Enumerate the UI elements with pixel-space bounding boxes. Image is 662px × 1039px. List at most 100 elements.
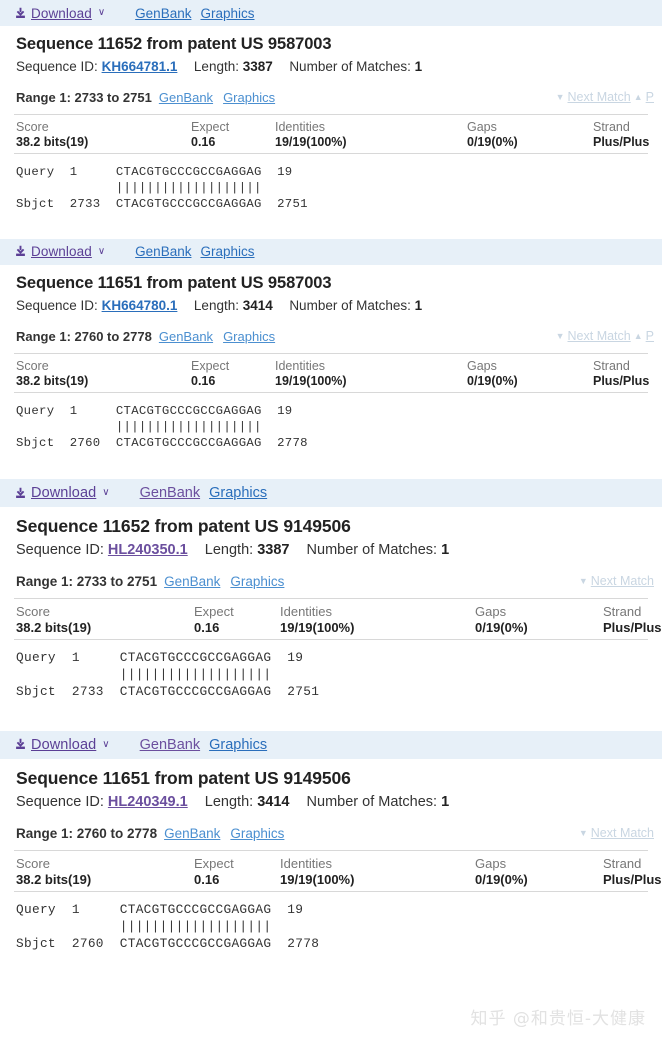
download-button[interactable]: Download ∨ (14, 485, 110, 501)
triangle-up-icon: ▲ (633, 330, 643, 341)
stat-header-identities: Identities (275, 120, 326, 134)
download-button[interactable]: Download ∨ (14, 737, 110, 753)
download-label: Download (31, 244, 92, 260)
stat-header-identities: Identities (280, 855, 333, 871)
block-toolbar: Download ∨ GenBank Graphics (0, 238, 662, 265)
download-button[interactable]: Download ∨ (14, 244, 105, 259)
block-toolbar: Download ∨ GenBank Graphics (0, 479, 662, 508)
length-label: Length: (204, 793, 254, 810)
blast-results-page: Download ∨ GenBank Graphics Sequence 116… (0, 0, 662, 1039)
range-graphics-link[interactable]: Graphics (223, 329, 275, 344)
header-link-group: GenBank Graphics (140, 485, 268, 501)
header-link-group: GenBank Graphics (135, 6, 254, 21)
stat-value-strand: Plus/Plus (603, 871, 662, 887)
stat-value-score: 38.2 bits(19) (16, 373, 89, 388)
stat-header-gaps: Gaps (475, 604, 507, 620)
header-genbank-link[interactable]: GenBank (135, 244, 191, 259)
next-match-link[interactable]: Next Match (591, 826, 654, 840)
next-match-link[interactable]: Next Match (591, 574, 654, 588)
chevron-down-icon[interactable]: ∨ (102, 739, 109, 750)
next-match-link[interactable]: Next Match (568, 329, 631, 343)
stat-value-strand: Plus/Plus (593, 373, 650, 388)
range-row: Range 1: 2733 to 2751 GenBank Graphics ▼… (0, 558, 662, 589)
header-genbank-link[interactable]: GenBank (140, 737, 200, 753)
chevron-down-icon[interactable]: ∨ (98, 246, 105, 257)
block-toolbar: Download ∨ GenBank Graphics (0, 730, 662, 759)
download-icon (14, 245, 27, 258)
match-navigation: ▼ Next Match ▲ P (556, 90, 654, 104)
stat-header-expect: Expect (194, 604, 234, 620)
stat-header-gaps: Gaps (467, 120, 497, 134)
watermark: 知乎 @和贵恒-大健康 (470, 1009, 646, 1029)
download-label: Download (31, 736, 97, 753)
stat-header-strand: Strand (603, 604, 642, 620)
result-block: Download ∨ GenBank Graphics Sequence 116… (0, 479, 662, 701)
sequence-title: Sequence 11651 from patent US 9149506 (16, 767, 351, 788)
stat-header-expect: Expect (191, 358, 230, 373)
sequence-id-label: Sequence ID: (16, 793, 104, 810)
alignment-stats-table: Score Expect Identities Gaps Strand 38.2… (14, 114, 650, 154)
result-block: Download ∨ GenBank Graphics Sequence 116… (0, 730, 662, 953)
download-icon (14, 7, 27, 20)
previous-match-link[interactable]: P (646, 329, 654, 343)
stat-header-strand: Strand (593, 358, 630, 373)
stat-value-identities: 19/19(100%) (280, 871, 355, 887)
stat-header-identities: Identities (275, 358, 326, 373)
header-graphics-link[interactable]: Graphics (209, 737, 267, 753)
sequence-title: Sequence 11652 from patent US 9149506 (16, 516, 351, 537)
range-graphics-link[interactable]: Graphics (223, 90, 275, 105)
sequence-id-link[interactable]: KH664780.1 (102, 298, 178, 313)
range-row: Range 1: 2760 to 2778 GenBank Graphics ▼… (0, 313, 662, 344)
triangle-down-icon: ▼ (578, 827, 588, 838)
sequence-id-link[interactable]: KH664781.1 (102, 59, 178, 74)
header-graphics-link[interactable]: Graphics (200, 6, 254, 21)
matches-label: Number of Matches: (289, 59, 411, 74)
matches-label: Number of Matches: (289, 297, 411, 313)
stat-value-score: 38.2 bits(19) (16, 871, 92, 887)
chevron-down-icon[interactable]: ∨ (98, 8, 105, 18)
sequence-id-label: Sequence ID: (16, 59, 98, 74)
stat-value-gaps: 0/19(0%) (475, 871, 528, 887)
header-genbank-link[interactable]: GenBank (135, 6, 191, 21)
header-genbank-link[interactable]: GenBank (140, 485, 200, 501)
match-navigation: ▼ Next Match (579, 826, 654, 840)
stat-value-score: 38.2 bits(19) (16, 620, 92, 636)
header-graphics-link[interactable]: Graphics (209, 485, 267, 501)
stat-value-expect: 0.16 (194, 871, 220, 887)
match-navigation: ▼ Next Match ▲ P (556, 329, 654, 343)
range-graphics-link[interactable]: Graphics (230, 826, 284, 841)
range-genbank-link[interactable]: GenBank (164, 826, 220, 841)
block-separator (0, 451, 662, 479)
sequence-title: Sequence 11652 from patent US 9587003 (16, 35, 332, 53)
range-label: Range 1: 2760 to 2778 (16, 328, 152, 344)
range-genbank-link[interactable]: GenBank (159, 90, 213, 105)
alignment-stats-table: Score Expect Identities Gaps Strand 38.2… (14, 849, 662, 892)
sequence-meta: Sequence ID: KH664781.1 Length: 3387 Num… (0, 54, 662, 74)
previous-match-link[interactable]: P (646, 90, 654, 104)
download-icon (14, 738, 27, 751)
stat-value-strand: Plus/Plus (593, 135, 650, 149)
length-value: 3387 (242, 59, 273, 74)
sequence-id-link[interactable]: HL240349.1 (108, 794, 188, 810)
length-label: Length: (193, 59, 239, 74)
header-graphics-link[interactable]: Graphics (200, 244, 254, 259)
match-navigation: ▼ Next Match (579, 574, 654, 588)
sequence-alignment: Query 1 CTACGTGCCCGCCGAGGAG 19 |||||||||… (16, 403, 308, 451)
next-match-link[interactable]: Next Match (568, 90, 631, 104)
chevron-down-icon[interactable]: ∨ (102, 488, 109, 498)
header-link-group: GenBank Graphics (140, 737, 268, 753)
stat-header-gaps: Gaps (467, 358, 497, 373)
stat-header-expect: Expect (191, 120, 230, 134)
range-genbank-link[interactable]: GenBank (164, 574, 220, 589)
matches-label: Number of Matches: (306, 542, 438, 559)
range-graphics-link[interactable]: Graphics (230, 574, 284, 589)
triangle-down-icon: ▼ (578, 576, 588, 587)
range-label: Range 1: 2733 to 2751 (16, 90, 152, 105)
sequence-id-link[interactable]: HL240350.1 (108, 542, 188, 558)
stat-header-expect: Expect (194, 855, 234, 871)
range-genbank-link[interactable]: GenBank (159, 329, 213, 344)
sequence-meta: Sequence ID: HL240350.1 Length: 3387 Num… (0, 537, 662, 558)
matches-value: 1 (441, 793, 450, 810)
download-button[interactable]: Download ∨ (14, 6, 105, 21)
range-row: Range 1: 2733 to 2751 GenBank Graphics ▼… (0, 74, 662, 105)
